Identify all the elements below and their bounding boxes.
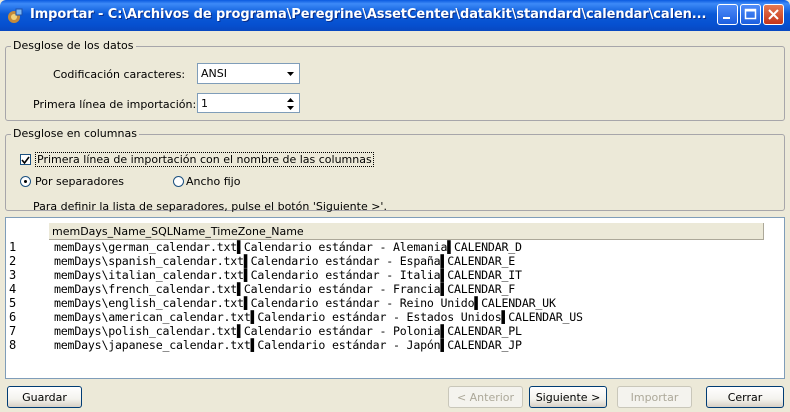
row-text: memDays\french_calendar.txt▌Calendario e… (54, 282, 516, 296)
columns-breakdown-legend: Desglose en columnas (11, 127, 139, 140)
row-number: 1 (9, 240, 17, 254)
row-text: memDays\polish_calendar.txt▌Calendario e… (54, 324, 522, 338)
row-text: memDays\spanish_calendar.txt▌Calendario … (54, 254, 516, 268)
maximize-button[interactable] (740, 4, 761, 25)
row-number: 6 (9, 310, 17, 324)
save-button[interactable]: Guardar (7, 386, 82, 408)
import-button-label: Importar (630, 390, 679, 404)
previous-button[interactable]: < Anterior (448, 386, 523, 408)
checkmark-icon (21, 156, 30, 165)
chevron-down-icon (287, 71, 294, 76)
row-text: memDays\japanese_calendar.txt▌Calendario… (54, 338, 522, 352)
previous-button-label: < Anterior (456, 390, 515, 404)
save-button-label: Guardar (22, 390, 67, 404)
fixed-width-radio[interactable] (173, 176, 184, 187)
row-number: 5 (9, 296, 17, 310)
row-number: 3 (9, 268, 17, 282)
close-button-label: Cerrar (727, 390, 763, 404)
encoding-select[interactable]: ANSI (197, 63, 300, 84)
row-number: 2 (9, 254, 17, 268)
title-bar[interactable]: Importar - C:\Archivos de programa\Pereg… (0, 0, 790, 31)
row-number: 8 (9, 338, 17, 352)
maximize-icon (744, 8, 757, 20)
separators-radio-label[interactable]: Por separadores (35, 175, 124, 188)
preview-column-header-label: memDays_Name_SQLName_TimeZone_Name (52, 225, 304, 238)
preview-pane[interactable]: memDays_Name_SQLName_TimeZone_Name 1 mem… (5, 217, 785, 379)
row-number: 4 (9, 282, 17, 296)
row-text: memDays\italian_calendar.txt▌Calendario … (54, 268, 522, 282)
dropdown-arrow[interactable] (283, 65, 298, 82)
first-line-label: Primera línea de importación: (33, 98, 197, 111)
row-text: memDays\english_calendar.txt▌Calendario … (54, 296, 556, 310)
encoding-label: Codificación caracteres: (53, 68, 186, 81)
spinner-arrows-icon (287, 98, 294, 110)
separator-instruction: Para definir la lista de separadores, pu… (33, 200, 387, 213)
fixed-width-radio-label[interactable]: Ancho fijo (186, 175, 240, 188)
row-text: memDays\german_calendar.txt▌Calendario e… (54, 240, 522, 254)
header-row-checkbox[interactable] (20, 154, 31, 165)
close-icon (768, 9, 779, 20)
window-title: Importar - C:\Archivos de programa\Pereg… (30, 7, 707, 22)
next-button[interactable]: Siguiente > (529, 386, 607, 408)
minimize-button[interactable] (717, 4, 738, 25)
row-text: memDays\american_calendar.txt▌Calendario… (54, 310, 583, 324)
close-window-button[interactable] (763, 4, 784, 25)
close-button[interactable]: Cerrar (706, 386, 784, 408)
minimize-icon (723, 17, 730, 19)
row-number: 7 (9, 324, 17, 338)
encoding-value: ANSI (201, 67, 227, 80)
app-icon (8, 8, 23, 23)
first-line-value: 1 (201, 97, 208, 110)
first-line-spinner[interactable]: 1 (197, 93, 300, 113)
header-row-checkbox-label[interactable]: Primera línea de importación con el nomb… (35, 152, 374, 167)
import-button[interactable]: Importar (617, 386, 692, 408)
spinner-buttons[interactable] (283, 95, 298, 111)
next-button-label: Siguiente > (535, 390, 601, 404)
separators-radio[interactable] (20, 176, 31, 187)
preview-column-header[interactable]: memDays_Name_SQLName_TimeZone_Name (49, 223, 764, 240)
data-breakdown-legend: Desglose de los datos (11, 39, 136, 52)
